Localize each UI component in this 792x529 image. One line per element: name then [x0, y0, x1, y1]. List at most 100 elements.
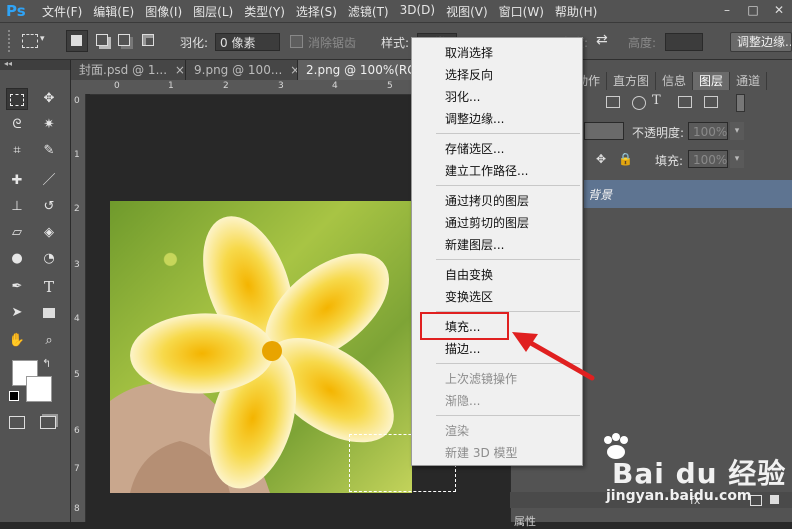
- tab-label: 2.png @ 100%(RGB...: [306, 63, 411, 77]
- quick-mask-icon[interactable]: [9, 416, 25, 429]
- paint-bucket-tool[interactable]: ◈: [38, 222, 60, 244]
- filter-toggle[interactable]: [736, 94, 745, 112]
- zoom-tool[interactable]: ⌕: [38, 330, 60, 352]
- menu-item-free-transform[interactable]: 自由变换: [445, 266, 493, 283]
- preset-dropdown-arrow-icon[interactable]: ▾: [40, 34, 45, 44]
- screen-mode-icon[interactable]: [40, 416, 56, 429]
- shape-filter-icon[interactable]: [678, 96, 692, 108]
- ruler-tick-label: 5: [74, 370, 80, 380]
- opacity-input[interactable]: 100%: [688, 122, 728, 140]
- move-tool[interactable]: ✥: [38, 88, 60, 110]
- swap-dimensions-icon[interactable]: ⇄: [596, 32, 608, 48]
- smart-filter-icon[interactable]: [704, 96, 718, 108]
- menu-layer[interactable]: 图层(L): [193, 3, 233, 20]
- tab-9-png[interactable]: 9.png @ 100... ×: [186, 60, 298, 80]
- rectangle-tool[interactable]: [38, 302, 60, 324]
- brush-tool[interactable]: ／: [38, 170, 60, 192]
- menu-type[interactable]: 类型(Y): [244, 3, 285, 20]
- hand-tool[interactable]: ✋: [6, 330, 28, 352]
- adjustment-filter-icon[interactable]: [632, 96, 646, 110]
- menu-item-deselect[interactable]: 取消选择: [445, 44, 493, 61]
- vertical-ruler[interactable]: 0 1 2 3 4 5 6 7 8: [71, 94, 86, 522]
- fill-dropdown-icon[interactable]: ▾: [730, 150, 744, 168]
- rect-marquee-preset-icon[interactable]: [22, 34, 38, 48]
- type-tool[interactable]: T: [38, 276, 60, 298]
- tab-histogram[interactable]: 直方图: [607, 72, 657, 90]
- crop-tool[interactable]: ⌗: [6, 140, 28, 162]
- menu-item-layer-via-copy[interactable]: 通过拷贝的图层: [445, 192, 529, 209]
- menu-item-stroke[interactable]: 描边...: [445, 340, 480, 357]
- lock-all-icon[interactable]: 🔒: [618, 152, 633, 166]
- pen-icon: ✒: [11, 279, 23, 294]
- menu-window[interactable]: 窗口(W): [499, 3, 544, 20]
- lasso-tool[interactable]: ᘓ: [6, 114, 28, 136]
- menu-file[interactable]: 文件(F): [42, 3, 82, 20]
- refine-edge-button[interactable]: 调整边缘...: [730, 32, 792, 52]
- history-brush-tool[interactable]: ↺: [38, 196, 60, 218]
- style-label: 样式:: [381, 36, 410, 50]
- rectangle-icon: [43, 308, 55, 318]
- ruler-tick-label: 6: [74, 426, 80, 436]
- dodge-tool[interactable]: ◔: [38, 248, 60, 270]
- watermark-brand: Bai du 经验: [612, 457, 787, 490]
- type-icon: T: [43, 278, 54, 296]
- menu-item-new-layer[interactable]: 新建图层...: [445, 236, 504, 253]
- delete-layer-icon[interactable]: [770, 495, 779, 504]
- magic-wand-tool[interactable]: ✷: [38, 114, 60, 136]
- tab-2-png[interactable]: 2.png @ 100%(RGB...: [298, 60, 412, 80]
- tab-close-icon[interactable]: ×: [290, 63, 297, 77]
- menu-filter[interactable]: 滤镜(T): [348, 3, 389, 20]
- watermark-url: jingyan.baidu.com: [606, 488, 752, 504]
- swap-colors-icon[interactable]: ↰: [42, 357, 51, 370]
- maximize-button[interactable]: □: [740, 0, 766, 20]
- menu-item-select-inverse[interactable]: 选择反向: [445, 66, 493, 83]
- default-colors-icon[interactable]: [9, 391, 19, 401]
- feather-input[interactable]: 0 像素: [215, 33, 280, 51]
- menu-item-make-work-path[interactable]: 建立工作路径...: [445, 162, 528, 179]
- menu-item-feather[interactable]: 羽化...: [445, 88, 480, 105]
- opacity-dropdown-icon[interactable]: ▾: [730, 122, 744, 140]
- blur-tool[interactable]: ●: [6, 248, 28, 270]
- menu-view[interactable]: 视图(V): [446, 3, 488, 20]
- layer-row-background[interactable]: [584, 180, 792, 208]
- eraser-tool[interactable]: ▱: [6, 222, 28, 244]
- background-color-swatch[interactable]: [26, 376, 52, 402]
- menu-item-layer-via-cut[interactable]: 通过剪切的图层: [445, 214, 529, 231]
- menu-select[interactable]: 选择(S): [296, 3, 337, 20]
- menu-3d[interactable]: 3D(D): [400, 3, 435, 20]
- intersect-selection-icon[interactable]: [142, 34, 154, 46]
- new-selection-button[interactable]: [66, 30, 88, 52]
- menu-item-refine-edge[interactable]: 调整边缘...: [445, 110, 504, 127]
- clone-stamp-tool[interactable]: ⊥: [6, 196, 28, 218]
- photoshop-logo: Ps: [6, 2, 26, 20]
- pen-tool[interactable]: ✒: [6, 276, 28, 298]
- tab-info[interactable]: 信息: [656, 72, 694, 90]
- menu-edit[interactable]: 编辑(E): [93, 3, 134, 20]
- antialias-checkbox[interactable]: [290, 35, 303, 48]
- tab-layers[interactable]: 图层: [693, 72, 731, 90]
- hand-icon: ✋: [8, 333, 26, 348]
- height-input[interactable]: [665, 33, 703, 51]
- fill-input[interactable]: 100%: [688, 150, 728, 168]
- tab-channels[interactable]: 通道: [730, 72, 768, 90]
- menu-item-save-selection[interactable]: 存储选区...: [445, 140, 504, 157]
- blend-mode-select[interactable]: [584, 122, 624, 140]
- add-selection-icon[interactable]: [96, 34, 108, 46]
- tab-cover-psd[interactable]: 封面.psd @ 1... ×: [71, 60, 186, 80]
- menu-image[interactable]: 图像(I): [145, 3, 182, 20]
- healing-brush-tool[interactable]: ✚: [6, 170, 28, 192]
- minimize-button[interactable]: –: [714, 0, 740, 20]
- menu-separator: [436, 415, 580, 416]
- rect-marquee-tool[interactable]: [6, 88, 28, 110]
- tab-close-icon[interactable]: ×: [175, 63, 185, 77]
- type-filter-icon[interactable]: T: [652, 93, 661, 108]
- subtract-selection-icon[interactable]: [118, 34, 130, 46]
- menu-help[interactable]: 帮助(H): [555, 3, 597, 20]
- pixel-filter-icon[interactable]: [606, 96, 620, 108]
- collapse-toolbar-icon[interactable]: ◂◂: [4, 59, 12, 68]
- menu-item-transform-selection[interactable]: 变换选区: [445, 288, 493, 305]
- path-selection-tool[interactable]: ➤: [6, 302, 28, 324]
- close-button[interactable]: ✕: [766, 0, 792, 20]
- lock-position-icon[interactable]: ✥: [596, 152, 606, 166]
- eyedropper-tool[interactable]: ✎: [38, 140, 60, 162]
